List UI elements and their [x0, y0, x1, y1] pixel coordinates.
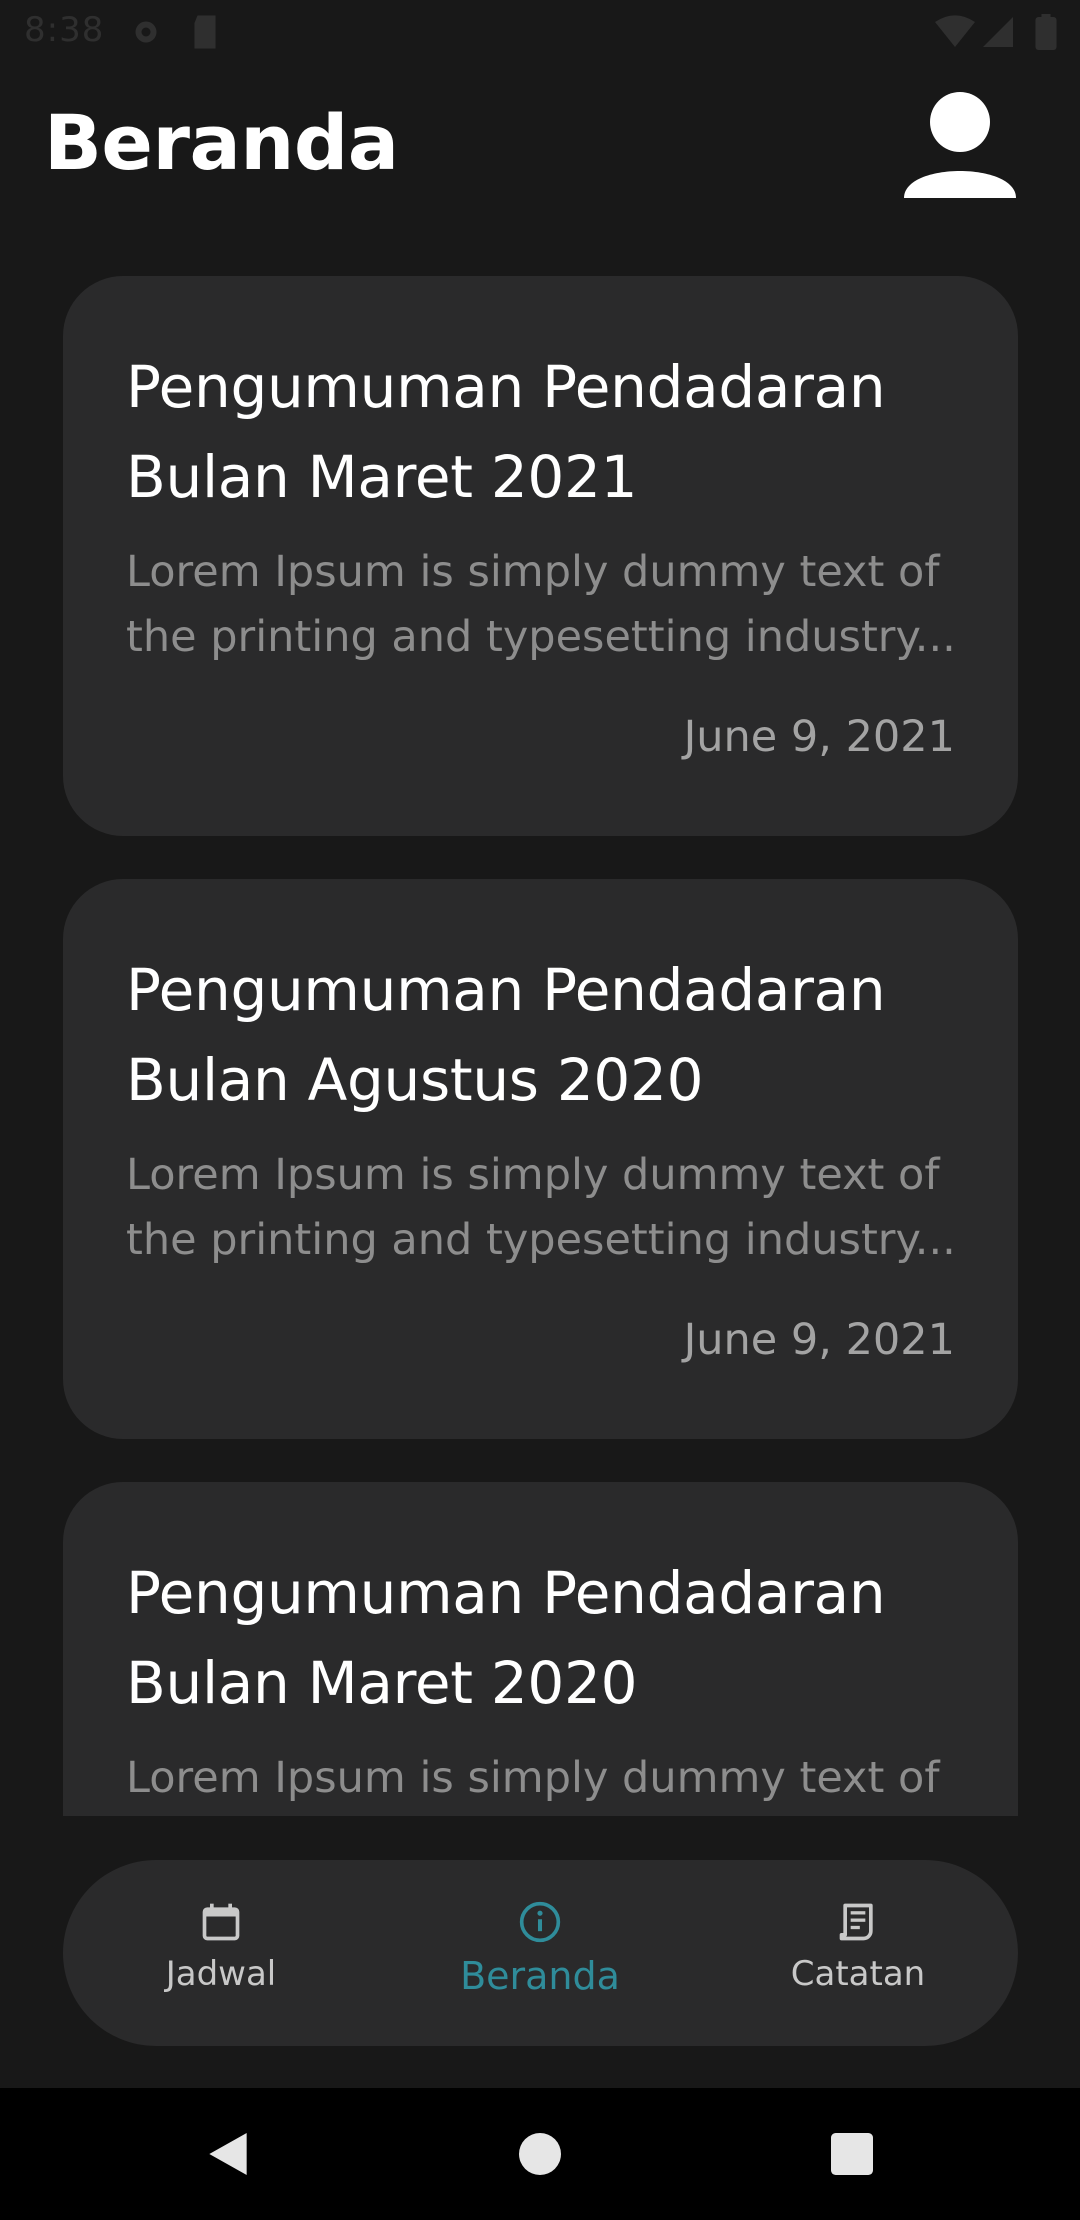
- recents-icon[interactable]: [824, 2126, 880, 2182]
- announcement-title: Pengumuman Pendadaran Bulan Agustus 2020: [126, 956, 886, 1114]
- back-icon[interactable]: [200, 2126, 256, 2182]
- battery-icon: [1035, 14, 1057, 50]
- announcement-card[interactable]: Pengumuman Pendadaran Bulan Maret 2020 L…: [63, 1482, 1018, 1816]
- signal-icon: [983, 17, 1013, 47]
- app-screen: 8:38 Beranda Pengumuman Pendadaran Bulan…: [0, 0, 1080, 2220]
- status-bar: 8:38: [0, 0, 1080, 64]
- page-title: Beranda: [44, 98, 399, 187]
- announcement-title: Pengumuman Pendadaran Bulan Maret 2021: [126, 353, 886, 511]
- info-icon: [519, 1901, 561, 1943]
- system-navigation-bar: [0, 2088, 1080, 2220]
- announcement-excerpt: Lorem Ipsum is simply dummy text of the …: [126, 547, 956, 662]
- nav-item-beranda[interactable]: Beranda: [420, 1900, 660, 2010]
- announcement-date: June 9, 2021: [683, 712, 955, 762]
- bottom-navigation: Jadwal Beranda Catatan: [63, 1860, 1018, 2046]
- settings-icon: [135, 21, 157, 43]
- nav-item-catatan[interactable]: Catatan: [738, 1900, 978, 2010]
- sd-card-icon: [194, 15, 216, 49]
- nav-item-jadwal[interactable]: Jadwal: [101, 1900, 341, 2010]
- calendar-icon: [202, 1903, 240, 1941]
- person-icon: [904, 92, 1016, 198]
- announcement-excerpt: Lorem Ipsum is simply dummy text of: [126, 1753, 940, 1803]
- profile-button[interactable]: [898, 80, 1022, 204]
- wifi-icon: [935, 15, 975, 48]
- nav-label: Beranda: [460, 1954, 620, 1998]
- status-time: 8:38: [24, 10, 105, 50]
- receipt-icon: [839, 1903, 873, 1941]
- announcement-excerpt: Lorem Ipsum is simply dummy text of the …: [126, 1150, 956, 1265]
- nav-label: Jadwal: [165, 1954, 277, 1994]
- announcement-title: Pengumuman Pendadaran Bulan Maret 2020: [126, 1559, 886, 1717]
- announcement-card[interactable]: Pengumuman Pendadaran Bulan Agustus 2020…: [63, 879, 1018, 1439]
- announcement-date: June 9, 2021: [683, 1315, 955, 1365]
- announcement-card[interactable]: Pengumuman Pendadaran Bulan Maret 2021 L…: [63, 276, 1018, 836]
- nav-label: Catatan: [790, 1954, 926, 1994]
- announcement-feed[interactable]: Pengumuman Pendadaran Bulan Maret 2021 L…: [63, 276, 1018, 1816]
- home-icon[interactable]: [512, 2126, 568, 2182]
